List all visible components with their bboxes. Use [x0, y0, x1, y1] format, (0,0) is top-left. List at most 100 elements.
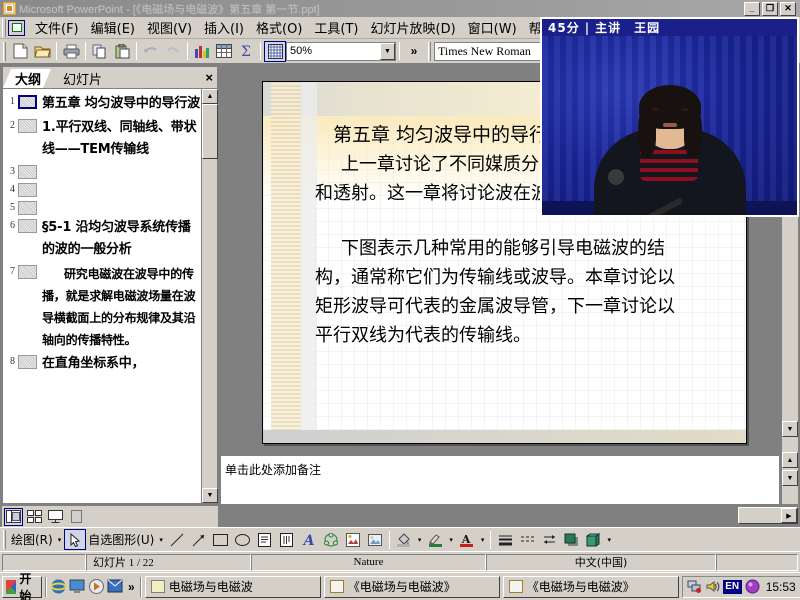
undo-icon[interactable]	[140, 41, 162, 62]
line-color-arrow[interactable]: ▾	[446, 536, 456, 544]
grid-icon[interactable]	[264, 40, 286, 62]
minimize-button[interactable]: _	[744, 1, 760, 16]
drawing-toolbar-handle[interactable]	[3, 530, 6, 549]
open-folder-icon[interactable]	[31, 41, 53, 62]
media-player-icon[interactable]	[88, 578, 105, 595]
outline-item-5[interactable]: 5	[3, 199, 201, 215]
start-button[interactable]: 开始	[2, 572, 43, 600]
font-color-icon[interactable]: A	[456, 529, 478, 550]
tab-outline[interactable]: 大纲	[3, 69, 51, 88]
quick-launch-overflow[interactable]: »	[126, 580, 137, 594]
sum-icon[interactable]: Σ	[235, 41, 257, 62]
zoom-combobox[interactable]: 50% ▼	[286, 41, 396, 61]
powerpoint-app-icon[interactable]	[3, 2, 16, 15]
redo-icon[interactable]	[162, 41, 184, 62]
formatting-toolbar-handle[interactable]	[428, 41, 431, 61]
scroll-down-button[interactable]: ▼	[782, 421, 798, 437]
menu-drag-handle[interactable]	[2, 18, 6, 37]
paste-icon[interactable]	[111, 41, 133, 62]
view-extra[interactable]	[67, 508, 86, 526]
slide-thumbnail-icon[interactable]	[18, 165, 37, 179]
menu-format[interactable]: 格式(O)	[250, 16, 308, 39]
fill-color-arrow[interactable]: ▾	[415, 536, 425, 544]
arrow-icon[interactable]	[188, 529, 210, 550]
draw-menu-button[interactable]: 绘图(R)	[9, 531, 55, 548]
menu-view[interactable]: 视图(V)	[141, 16, 198, 39]
notes-pane[interactable]: 单击此处添加备注	[220, 455, 780, 505]
taskbar-item-folder[interactable]: 电磁场与电磁波	[144, 575, 321, 598]
input-language-indicator[interactable]: EN	[722, 579, 742, 594]
3d-style-icon[interactable]	[582, 529, 604, 550]
outline-item-1[interactable]: 1 第五章 均匀波导中的导行波	[3, 93, 201, 115]
outline-item-2[interactable]: 2 1.平行双线、同轴线、带状线——TEM传输线	[3, 117, 201, 161]
scroll-down-button[interactable]: ▼	[202, 488, 218, 503]
oval-icon[interactable]	[232, 529, 254, 550]
text-box-icon[interactable]	[254, 529, 276, 550]
internet-explorer-icon[interactable]	[50, 578, 67, 595]
menu-file[interactable]: 文件(F)	[29, 16, 85, 39]
select-arrow-icon[interactable]	[64, 529, 87, 550]
outline-item-3[interactable]: 3	[3, 163, 201, 179]
outline-item-8[interactable]: 8 在直角坐标系中，	[3, 353, 201, 375]
design-template-name[interactable]: Nature	[251, 553, 486, 571]
video-frame[interactable]	[542, 36, 797, 215]
close-pane-icon[interactable]: ×	[205, 70, 213, 85]
line-style-icon[interactable]	[494, 529, 516, 550]
language-indicator[interactable]: 中文(中国)	[486, 553, 716, 571]
chart-icon[interactable]	[191, 41, 213, 62]
outline-item-4[interactable]: 4	[3, 181, 201, 197]
outline-vertical-scrollbar[interactable]: ▲ ▼	[201, 89, 218, 503]
scroll-thumb[interactable]	[202, 104, 218, 159]
lecture-video-overlay[interactable]: 45分 | 主讲 王园	[540, 17, 799, 217]
tab-slides[interactable]: 幻灯片	[51, 69, 112, 88]
autoshapes-menu-arrow[interactable]: ▾	[156, 536, 166, 544]
menu-slideshow[interactable]: 幻灯片放映(D)	[365, 16, 462, 39]
menu-edit[interactable]: 编辑(E)	[85, 16, 141, 39]
dash-style-icon[interactable]	[516, 529, 538, 550]
taskbar-item-ppt-2[interactable]: 《电磁场与电磁波》	[502, 575, 679, 598]
slide-thumbnail-icon[interactable]	[18, 201, 37, 215]
outlook-icon[interactable]	[107, 578, 124, 595]
wordart-icon[interactable]: A	[298, 529, 320, 550]
slide-paragraph-6[interactable]: 平行双线为代表的传输线。	[315, 321, 738, 350]
zoom-dropdown-arrow[interactable]: ▼	[380, 42, 395, 60]
ime-status-icon[interactable]	[745, 579, 760, 594]
shadow-style-icon[interactable]	[560, 529, 582, 550]
3d-style-arrow[interactable]: ▾	[604, 536, 614, 544]
slide-paragraph-4[interactable]: 构，通常称它们为传输线或波导。本章讨论以	[315, 263, 738, 292]
insert-picture-icon[interactable]	[364, 529, 386, 550]
line-icon[interactable]	[166, 529, 188, 550]
draw-menu-arrow[interactable]: ▾	[55, 536, 65, 544]
clock[interactable]: 15:53	[763, 580, 796, 594]
view-slide-show[interactable]	[46, 508, 65, 526]
slide-thumbnail-icon[interactable]	[18, 119, 37, 133]
menu-insert[interactable]: 插入(I)	[198, 16, 250, 39]
line-color-icon[interactable]	[424, 529, 446, 550]
restore-button[interactable]: ❐	[762, 1, 778, 16]
print-icon[interactable]	[60, 41, 82, 62]
copy-icon[interactable]	[89, 41, 111, 62]
close-button[interactable]: ✕	[780, 1, 796, 16]
slide-thumbnail-icon[interactable]	[18, 219, 37, 233]
show-desktop-icon[interactable]	[69, 578, 86, 595]
slide-thumbnail-icon[interactable]	[18, 355, 37, 369]
autoshapes-menu-button[interactable]: 自选图形(U)	[86, 531, 156, 548]
slide-thumbnail-icon[interactable]	[18, 265, 37, 279]
scroll-up-button[interactable]: ▲	[202, 89, 218, 104]
toolbar-overflow-button[interactable]: »	[403, 41, 425, 62]
rectangle-icon[interactable]	[210, 529, 232, 550]
network-icon[interactable]	[687, 579, 702, 594]
clip-art-icon[interactable]	[342, 529, 364, 550]
arrow-style-icon[interactable]	[538, 529, 560, 550]
outline-list[interactable]: 1 第五章 均匀波导中的导行波 2 1.平行双线、同轴线、带状线——TEM传输线…	[3, 89, 201, 503]
next-slide-button[interactable]: ▼	[782, 470, 798, 486]
view-normal[interactable]	[4, 507, 23, 526]
previous-slide-button[interactable]: ▲	[782, 452, 798, 468]
font-color-arrow[interactable]: ▾	[478, 536, 488, 544]
notes-placeholder[interactable]: 单击此处添加备注	[221, 456, 779, 483]
fill-color-icon[interactable]	[393, 529, 415, 550]
volume-icon[interactable]	[705, 579, 720, 594]
taskbar-item-ppt-1[interactable]: 《电磁场与电磁波》	[323, 575, 500, 598]
diagram-icon[interactable]	[320, 529, 342, 550]
slide-paragraph-3[interactable]: 下图表示几种常用的能够引导电磁波的结	[315, 234, 738, 263]
